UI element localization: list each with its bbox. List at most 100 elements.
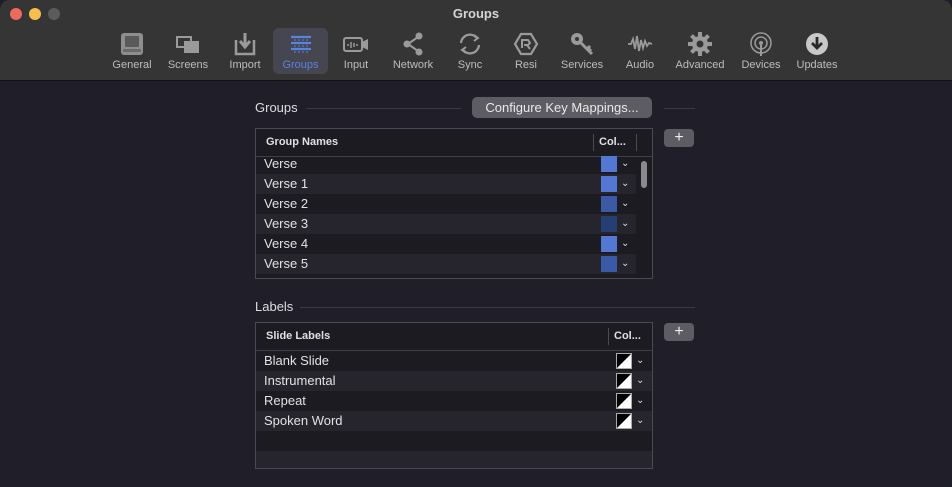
toolbar-services-label: Services bbox=[560, 59, 604, 71]
toolbar-audio-label: Audio bbox=[625, 59, 655, 71]
toolbar-updates-label: Updates bbox=[796, 59, 838, 71]
groups-table-header: Group Names Col... bbox=[256, 129, 652, 157]
toolbar-advanced[interactable]: Advanced bbox=[672, 28, 728, 74]
no-color-swatch[interactable] bbox=[616, 353, 632, 369]
table-row[interactable]: Verse 3 ⌄ bbox=[256, 214, 636, 234]
devices-icon bbox=[750, 32, 772, 56]
table-row[interactable]: Verse 1 ⌄ bbox=[256, 174, 636, 194]
column-separator bbox=[593, 134, 594, 151]
chevron-down-icon[interactable]: ⌄ bbox=[636, 391, 644, 411]
services-icon bbox=[571, 33, 594, 56]
chevron-down-icon[interactable]: ⌄ bbox=[636, 371, 644, 391]
chevron-down-icon[interactable]: ⌄ bbox=[621, 194, 629, 214]
group-color-column-header[interactable]: Col... bbox=[599, 129, 626, 156]
label-color-column-header[interactable]: Col... bbox=[614, 323, 641, 350]
group-name: Verse 1 bbox=[264, 176, 309, 191]
groups-divider-left bbox=[306, 108, 461, 109]
column-separator bbox=[636, 134, 637, 151]
toolbar-advanced-label: Advanced bbox=[675, 59, 725, 71]
slide-label-name: Spoken Word bbox=[264, 413, 343, 428]
toolbar-audio[interactable]: Audio bbox=[621, 28, 659, 74]
toolbar-screens-label: Screens bbox=[167, 59, 209, 71]
column-separator bbox=[608, 328, 609, 345]
chevron-down-icon[interactable]: ⌄ bbox=[636, 411, 644, 431]
group-name: Verse 4 bbox=[264, 236, 309, 251]
toolbar-groups-label: Groups bbox=[282, 59, 319, 71]
add-label-button[interactable]: + bbox=[664, 323, 694, 341]
group-name: Verse bbox=[264, 156, 298, 171]
network-icon bbox=[403, 32, 423, 56]
no-color-swatch[interactable] bbox=[616, 413, 632, 429]
import-icon bbox=[234, 33, 256, 56]
preferences-toolbar: General Screens Import Groups Input Netw… bbox=[0, 28, 952, 76]
toolbar-services[interactable]: Services bbox=[558, 28, 606, 74]
table-row[interactable]: Verse 2 ⌄ bbox=[256, 194, 636, 214]
group-color-swatch[interactable] bbox=[601, 216, 617, 232]
table-row[interactable]: Verse 4 ⌄ bbox=[256, 234, 636, 254]
labels-section-title: Labels bbox=[255, 299, 294, 314]
slide-label-name: Blank Slide bbox=[264, 353, 330, 368]
toolbar-devices[interactable]: Devices bbox=[738, 28, 784, 74]
configure-key-mappings-button[interactable]: Configure Key Mappings... bbox=[472, 97, 652, 118]
toolbar-network[interactable]: Network bbox=[389, 28, 437, 74]
audio-icon bbox=[628, 35, 653, 52]
labels-table: Slide Labels Col... Blank Slide ⌄ Instrume… bbox=[255, 322, 653, 469]
table-row[interactable]: Spoken Word ⌄ bbox=[256, 411, 652, 431]
resi-icon bbox=[513, 32, 539, 56]
toolbar-screens[interactable]: Screens bbox=[165, 28, 211, 74]
toolbar-sync-label: Sync bbox=[457, 59, 483, 71]
toolbar-updates[interactable]: Updates bbox=[793, 28, 841, 74]
groups-table: Group Names Col... Verse ⌄ Verse 1 ⌄ Verse 2… bbox=[255, 128, 653, 279]
group-color-swatch[interactable] bbox=[601, 176, 617, 192]
toolbar-input-label: Input bbox=[343, 59, 369, 71]
chevron-down-icon[interactable]: ⌄ bbox=[636, 351, 644, 371]
general-icon bbox=[121, 33, 143, 55]
toolbar-resi[interactable]: Resi bbox=[508, 28, 544, 74]
group-color-swatch[interactable] bbox=[601, 156, 617, 172]
no-color-swatch[interactable] bbox=[616, 373, 632, 389]
toolbar-import[interactable]: Import bbox=[222, 28, 268, 74]
toolbar-import-label: Import bbox=[229, 59, 261, 71]
toolbar-groups[interactable]: Groups bbox=[273, 28, 328, 74]
group-color-swatch[interactable] bbox=[601, 256, 617, 272]
groups-table-scrollbar[interactable] bbox=[641, 161, 647, 188]
table-row[interactable]: Verse 5 ⌄ bbox=[256, 254, 636, 274]
toolbar-general[interactable]: General bbox=[109, 28, 155, 74]
table-row[interactable]: Repeat ⌄ bbox=[256, 391, 652, 411]
group-color-swatch[interactable] bbox=[601, 196, 617, 212]
group-name: Verse 2 bbox=[264, 196, 309, 211]
preferences-window: Groups General Screens Import Groups Inp… bbox=[0, 0, 952, 487]
table-row[interactable]: Blank Slide ⌄ bbox=[256, 351, 652, 371]
no-color-swatch[interactable] bbox=[616, 393, 632, 409]
sync-icon bbox=[459, 33, 481, 55]
chevron-down-icon[interactable]: ⌄ bbox=[621, 234, 629, 254]
labels-table-header: Slide Labels Col... bbox=[256, 323, 652, 351]
chevron-down-icon[interactable]: ⌄ bbox=[621, 254, 629, 274]
slide-label-name: Repeat bbox=[264, 393, 306, 408]
toolbar-input[interactable]: Input bbox=[336, 28, 376, 74]
group-name: Verse 3 bbox=[264, 216, 309, 231]
toolbar-sync[interactable]: Sync bbox=[451, 28, 489, 74]
titlebar: Groups General Screens Import Groups Inp… bbox=[0, 0, 952, 81]
group-color-swatch[interactable] bbox=[601, 236, 617, 252]
chevron-down-icon[interactable]: ⌄ bbox=[621, 214, 629, 234]
input-icon bbox=[343, 37, 368, 52]
group-name: Verse 5 bbox=[264, 256, 309, 271]
toolbar-devices-label: Devices bbox=[741, 59, 781, 71]
screens-icon bbox=[176, 36, 199, 53]
toolbar-network-label: Network bbox=[392, 59, 434, 71]
gear-icon bbox=[688, 32, 712, 56]
chevron-down-icon[interactable]: ⌄ bbox=[621, 174, 629, 194]
toolbar-general-label: General bbox=[112, 59, 152, 71]
empty-table-row bbox=[256, 431, 652, 451]
empty-table-row bbox=[256, 451, 652, 468]
window-title: Groups bbox=[452, 6, 500, 21]
updates-icon bbox=[806, 33, 828, 55]
table-row[interactable]: Verse ⌄ bbox=[256, 154, 636, 174]
chevron-down-icon[interactable]: ⌄ bbox=[621, 154, 629, 174]
group-names-column-header[interactable]: Group Names bbox=[266, 129, 338, 156]
table-row[interactable]: Instrumental ⌄ bbox=[256, 371, 652, 391]
groups-icon bbox=[290, 35, 311, 53]
add-group-button[interactable]: + bbox=[664, 129, 694, 147]
slide-labels-column-header[interactable]: Slide Labels bbox=[266, 323, 330, 350]
